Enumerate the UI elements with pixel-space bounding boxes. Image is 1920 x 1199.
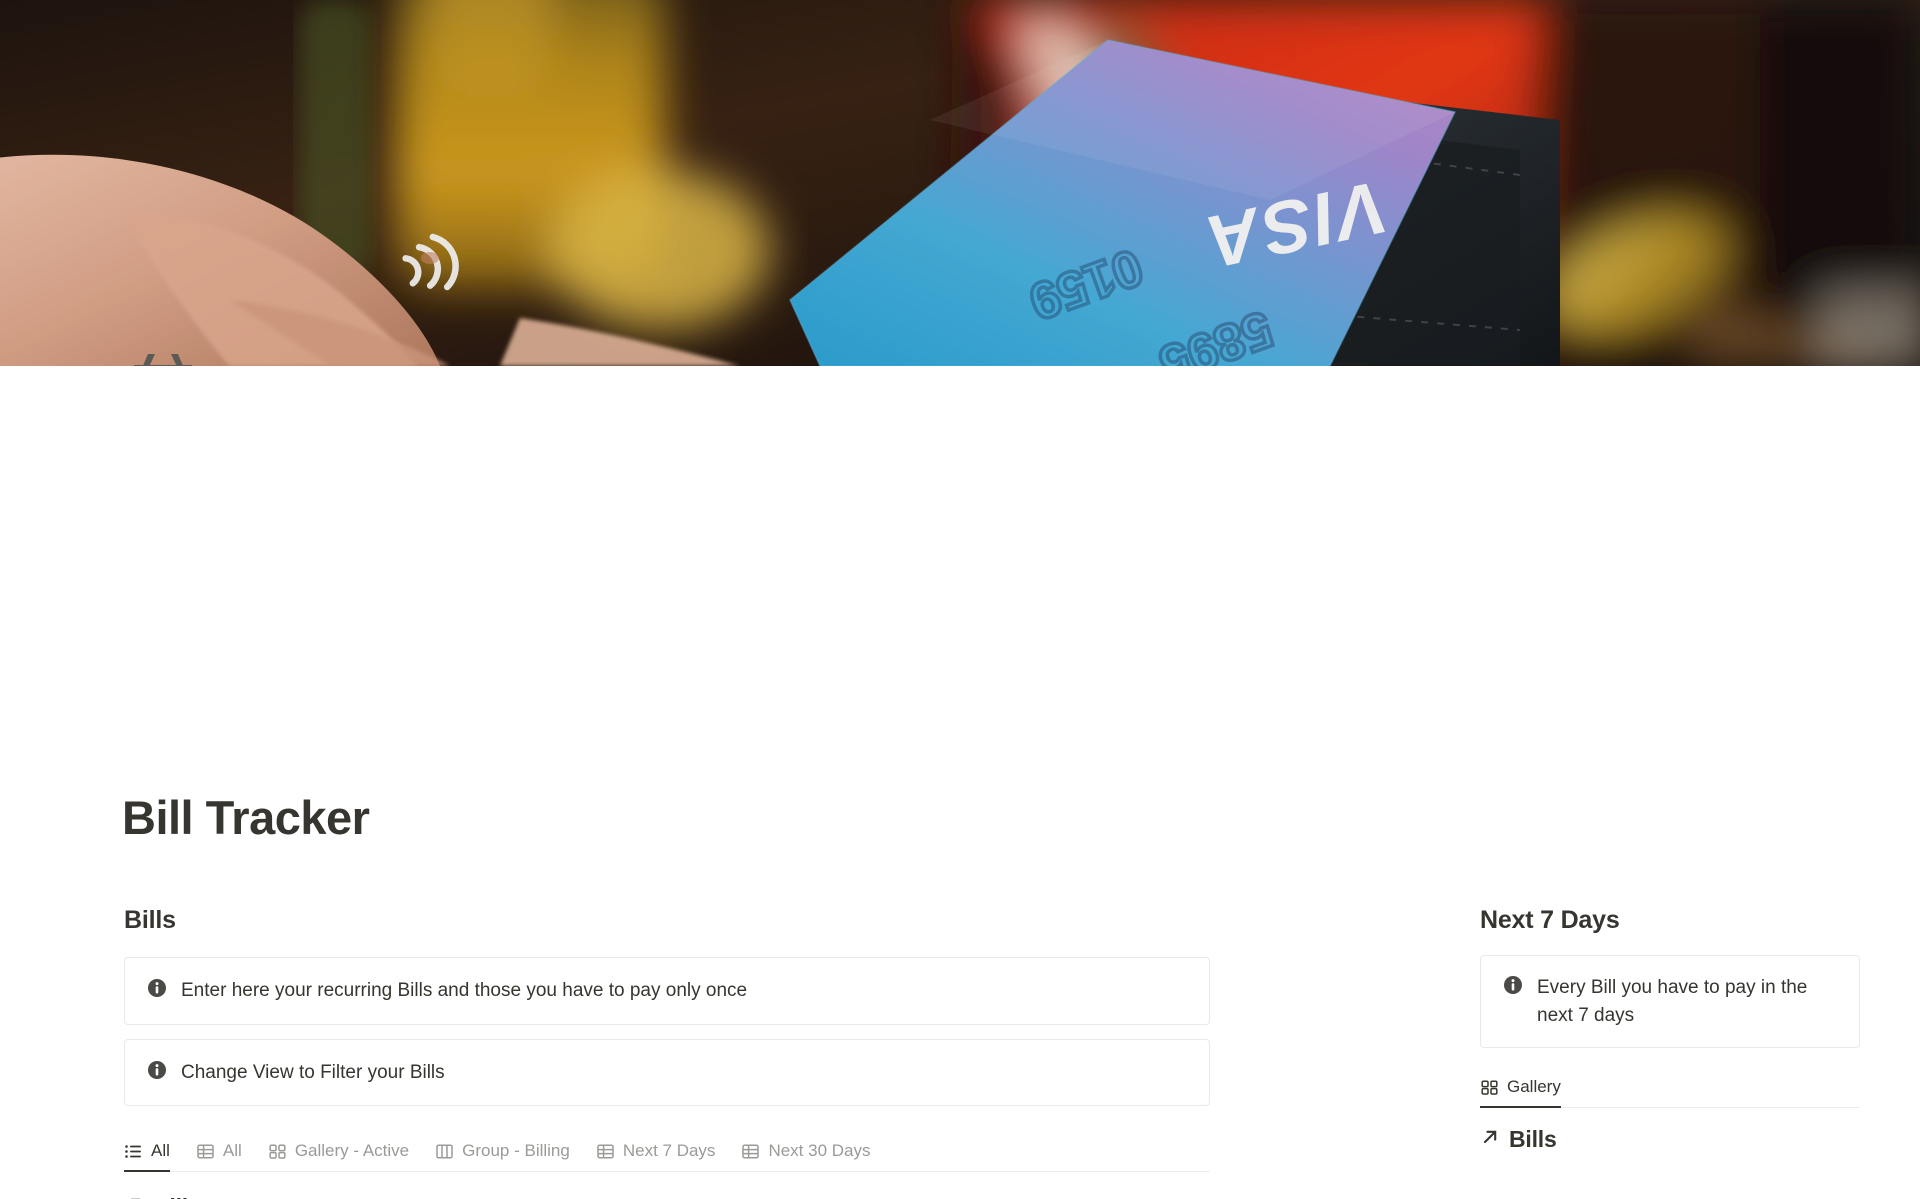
arrow-up-right-icon	[124, 1195, 144, 1199]
tab-label: Next 7 Days	[622, 1141, 716, 1161]
tab-next-7-days[interactable]: Next 7 Days	[596, 1141, 716, 1172]
next-7-days-view-tabs: Gallery	[1480, 1070, 1860, 1109]
tab-label: All	[151, 1141, 170, 1161]
info-icon	[147, 978, 167, 998]
callout-change-view: Change View to Filter your Bills	[124, 1038, 1210, 1107]
info-icon	[1503, 975, 1523, 995]
tab-label: Gallery	[1507, 1077, 1561, 1097]
tab-gallery[interactable]: Gallery	[1480, 1077, 1561, 1109]
callout-text: Every Bill you have to pay in the next 7…	[1537, 977, 1808, 1026]
database-name: Bills	[1509, 1126, 1557, 1153]
tab-label: Group - Billing	[462, 1141, 570, 1161]
callout-text: Enter here your recurring Bills and thos…	[181, 980, 748, 1001]
tab-group-billing[interactable]: Group - Billing	[435, 1141, 570, 1172]
tab-label: Gallery - Active	[294, 1141, 410, 1161]
board-view-icon	[435, 1142, 454, 1161]
table-view-icon	[596, 1142, 615, 1161]
tab-all-list[interactable]: All	[124, 1141, 170, 1173]
database-title-link-bills[interactable]: Bills	[124, 1194, 1210, 1199]
table-view-icon	[196, 1142, 215, 1161]
next-30-days-heading: Next 30 Days	[1480, 1195, 1860, 1199]
content-columns: Bills Enter here your recurring Bills an…	[0, 906, 1920, 1199]
tab-label: Next 30 Days	[768, 1141, 871, 1161]
page-title: Bill Tracker	[122, 791, 370, 844]
tab-label: All	[222, 1141, 242, 1161]
callout-next-7-days: Every Bill you have to pay in the next 7…	[1480, 955, 1860, 1049]
next-7-days-heading: Next 7 Days	[1480, 906, 1620, 934]
table-view-icon	[741, 1142, 760, 1161]
callout-bills-intro: Enter here your recurring Bills and thos…	[124, 957, 1210, 1025]
database-view-tabs: All All Gallery - Active Group - Billing…	[124, 1132, 1210, 1173]
main-column: Bills Enter here your recurring Bills an…	[0, 906, 1210, 1199]
tab-next-30-days[interactable]: Next 30 Days	[741, 1141, 870, 1172]
page-cover-image: VISA 0159 5895	[0, 0, 1920, 366]
arrow-up-right-icon	[1480, 1127, 1500, 1152]
tab-gallery-active[interactable]: Gallery - Active	[268, 1141, 409, 1172]
database-title-link-bills[interactable]: Bills	[1480, 1126, 1860, 1153]
gallery-view-icon	[268, 1142, 287, 1161]
info-icon	[147, 1060, 167, 1080]
tab-all-table[interactable]: All	[196, 1141, 242, 1172]
list-view-icon	[124, 1142, 143, 1161]
page-icon[interactable]	[124, 332, 202, 366]
callout-text: Change View to Filter your Bills	[181, 1061, 445, 1083]
bills-section-heading: Bills	[124, 906, 176, 934]
side-column: Next 7 Days Every Bill you have to pay i…	[1210, 906, 1920, 1199]
gallery-view-icon	[1480, 1078, 1499, 1097]
database-name: Bills	[153, 1194, 201, 1199]
